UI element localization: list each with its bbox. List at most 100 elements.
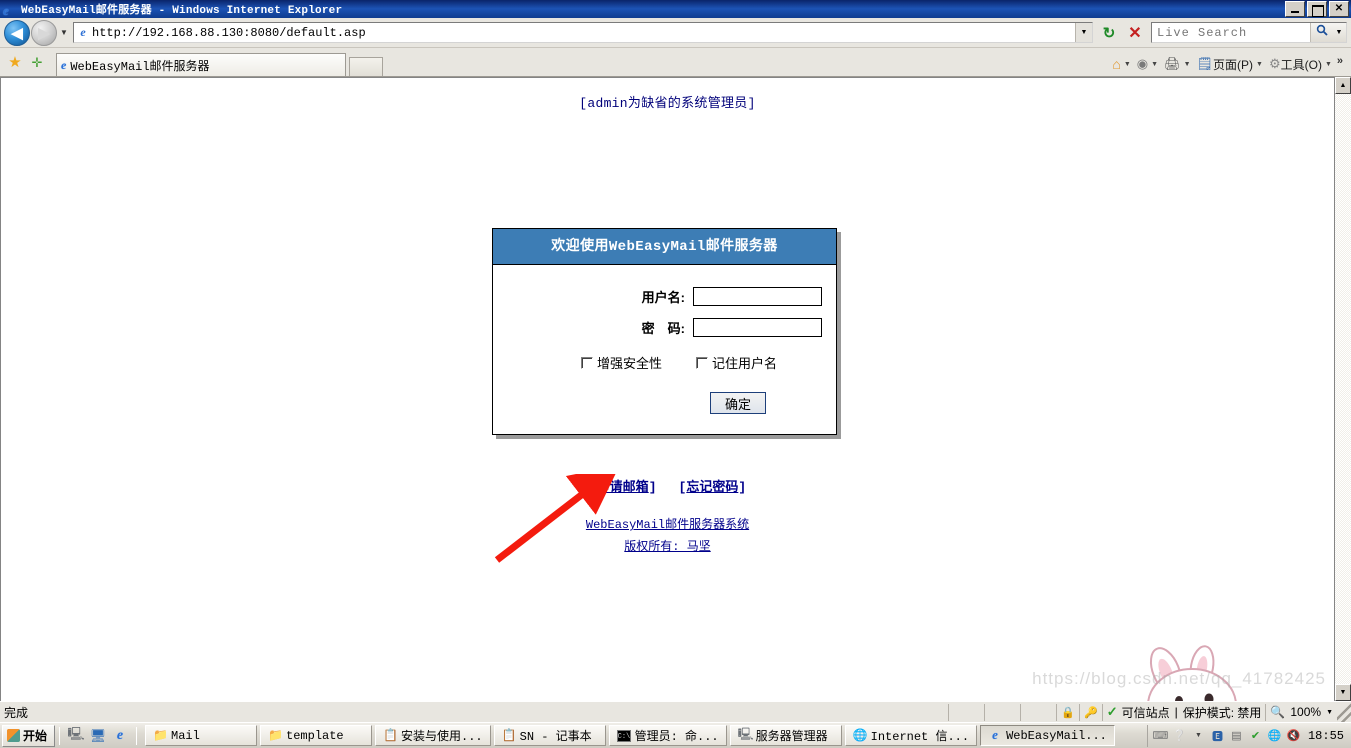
taskbar-item-iis[interactable]: 🌐 Internet 信... <box>844 725 978 746</box>
taskbar-item-sn-notepad[interactable]: 📋 SN - 记事本 <box>493 725 606 746</box>
status-text: 完成 <box>4 705 29 720</box>
login-submit-button[interactable]: 确定 <box>710 392 766 414</box>
chevron-down-icon: ▼ <box>1324 60 1332 68</box>
enhanced-security-checkbox[interactable] <box>581 356 593 369</box>
stop-icon[interactable]: ✕ <box>1123 21 1147 45</box>
overflow-chevron-icon[interactable]: » <box>1335 55 1347 73</box>
browser-viewport: [admin为缺省的系统管理员] 欢迎使用WebEasyMail邮件服务器 用户… <box>0 77 1351 701</box>
zoom-level-label: 100% <box>1290 705 1322 719</box>
chevron-down-icon: ▼ <box>1151 60 1159 68</box>
internet-explorer-icon[interactable]: e <box>112 728 128 744</box>
server-icon[interactable]: 🖳 <box>67 726 84 744</box>
new-tab-button[interactable] <box>349 57 383 76</box>
keyboard-layout-icon[interactable]: ⌨ <box>1153 728 1169 743</box>
tab-favicon-icon: e <box>61 58 67 72</box>
home-icon: ⌂ <box>1112 56 1121 72</box>
system-name-link[interactable]: WebEasyMail邮件服务器系统 <box>586 518 749 532</box>
security-zone[interactable]: ✓ 可信站点 | 保护模式: 禁用 <box>1101 703 1266 721</box>
username-row: 用户名: <box>493 287 836 306</box>
refresh-icon[interactable]: ↻ <box>1097 21 1121 45</box>
tray-expand-icon[interactable]: ▼ <box>1191 728 1206 743</box>
copyright-link[interactable]: 版权所有: 马坚 <box>624 540 710 554</box>
shield-ok-icon[interactable]: ✔ <box>1248 728 1263 743</box>
taskbar-item-webeasymail[interactable]: e WebEasyMail... <box>980 725 1115 746</box>
back-arrow-icon: ◀ <box>11 24 23 42</box>
taskbar-item-label: Internet 信... <box>870 730 970 744</box>
iis-icon: 🌐 <box>852 729 868 743</box>
zoom-dropdown-icon[interactable]: ▼ <box>1326 709 1333 716</box>
resize-grip[interactable] <box>1337 702 1351 722</box>
search-dropdown-button[interactable]: ▼ <box>1332 23 1346 42</box>
print-button[interactable]: 🖨 ▼ <box>1161 52 1193 76</box>
help-icon[interactable]: ❔ <box>1172 728 1187 743</box>
page-icon: 🗒 <box>1196 56 1214 71</box>
back-button[interactable]: ◀ <box>4 19 30 46</box>
folder-icon: 📁 <box>153 729 168 743</box>
taskbar-item-template[interactable]: 📁 template <box>260 725 373 746</box>
editor-icon[interactable]: 🅴 <box>1210 728 1225 743</box>
zoom-control[interactable]: 🔍 100% ▼ <box>1265 703 1337 721</box>
page-menu-button[interactable]: 🗒 页面(P) ▼ <box>1194 52 1266 76</box>
taskbar-item-label: Mail <box>171 728 200 743</box>
taskbar-item-server-manager[interactable]: 🖳 服务器管理器 <box>729 725 842 746</box>
address-dropdown-button[interactable]: ▼ <box>1075 23 1092 42</box>
zoom-magnifier-icon: 🔍 <box>1270 705 1286 719</box>
command-bar: ⌂ ▼ ◉ ▼ 🖨 ▼ 🗒 页面(P) ▼ ⚙ 工具(O) ▼ » <box>1109 52 1347 76</box>
scroll-up-button[interactable]: ▲ <box>1335 77 1351 94</box>
chevron-down-icon: ▼ <box>1256 60 1263 68</box>
taskbar-separator-2 <box>136 726 138 745</box>
action-links: [申请邮箱] [忘记密码] <box>1 476 1334 495</box>
enhanced-security-label: 增强安全性 <box>597 356 663 371</box>
password-row: 密 码: <box>493 318 836 337</box>
folder-icon: 📁 <box>268 729 283 743</box>
check-icon: ✓ <box>1106 704 1118 719</box>
history-dropdown-button[interactable]: ▼ <box>57 20 71 46</box>
chevron-down-icon: ▼ <box>1183 60 1191 68</box>
search-icon[interactable] <box>1310 23 1332 42</box>
show-desktop-icon[interactable]: 🖥 <box>90 728 107 744</box>
remember-username-checkbox[interactable] <box>696 356 709 369</box>
taskbar-item-mail[interactable]: 📁 Mail <box>145 725 258 746</box>
home-button[interactable]: ⌂ ▼ <box>1109 52 1133 76</box>
tools-menu-button[interactable]: ⚙ 工具(O) ▼ <box>1266 52 1335 76</box>
search-box[interactable]: ▼ <box>1151 22 1347 43</box>
favorites-star-icon[interactable]: ★ <box>4 50 26 76</box>
taskbar-item-install-guide[interactable]: 📋 安装与使用... <box>375 725 491 746</box>
scroll-down-button[interactable]: ▼ <box>1335 684 1351 701</box>
bracket-open: [ <box>588 480 597 495</box>
start-button[interactable]: 开始 <box>2 724 56 747</box>
address-bar[interactable]: e http://192.168.88.130:8080/default.asp… <box>73 22 1093 43</box>
remember-username-option[interactable]: 记住用户名 <box>696 353 777 372</box>
taskbar-item-command-prompt[interactable]: C:\ 管理员: 命... <box>608 725 727 746</box>
taskbar-clock[interactable]: 18:55 <box>1305 729 1344 743</box>
close-button[interactable] <box>1329 1 1349 17</box>
apply-mailbox-link[interactable]: 申请邮箱 <box>597 480 649 495</box>
forgot-password-link[interactable]: 忘记密码 <box>686 480 738 495</box>
options-row: 增强安全性 记住用户名 <box>493 353 836 372</box>
status-icon-cell: 🔒 <box>1056 703 1079 721</box>
forward-button[interactable]: ▶ <box>31 19 57 46</box>
security-zone-label: 可信站点 <box>1121 705 1170 720</box>
password-input[interactable] <box>693 318 822 337</box>
enhanced-security-option[interactable]: 增强安全性 <box>581 353 662 372</box>
username-input[interactable] <box>693 287 822 306</box>
vertical-scrollbar[interactable]: ▲ ▼ <box>1334 77 1351 701</box>
add-favorite-icon[interactable]: ✛ <box>26 50 48 76</box>
tab-webeasymail[interactable]: e WebEasyMail邮件服务器 <box>56 53 346 76</box>
web-page-content: [admin为缺省的系统管理员] 欢迎使用WebEasyMail邮件服务器 用户… <box>0 77 1334 701</box>
minimize-button[interactable] <box>1285 1 1305 17</box>
notepad-icon: 📋 <box>501 729 517 743</box>
network-icon[interactable]: 🌐 <box>1267 728 1282 743</box>
status-bar: 完成 🔒 🔑 ✓ 可信站点 | 保护模式: 禁用 🔍 100% ▼ <box>0 701 1351 722</box>
taskbar-item-label: 服务器管理器 <box>755 730 828 744</box>
feeds-button[interactable]: ◉ ▼ <box>1134 52 1161 76</box>
status-cell-3 <box>1020 703 1056 721</box>
scroll-track[interactable] <box>1335 94 1351 684</box>
server-manager-icon: 🖳 <box>737 728 754 742</box>
monitor-icon[interactable]: ▤ <box>1229 728 1244 743</box>
volume-muted-icon[interactable]: 🔇 <box>1286 728 1301 743</box>
system-name-row: WebEasyMail邮件服务器系统 <box>1 515 1334 532</box>
key-icon: 🔑 <box>1083 706 1098 719</box>
search-input[interactable] <box>1152 25 1310 40</box>
restore-button[interactable] <box>1307 1 1327 17</box>
